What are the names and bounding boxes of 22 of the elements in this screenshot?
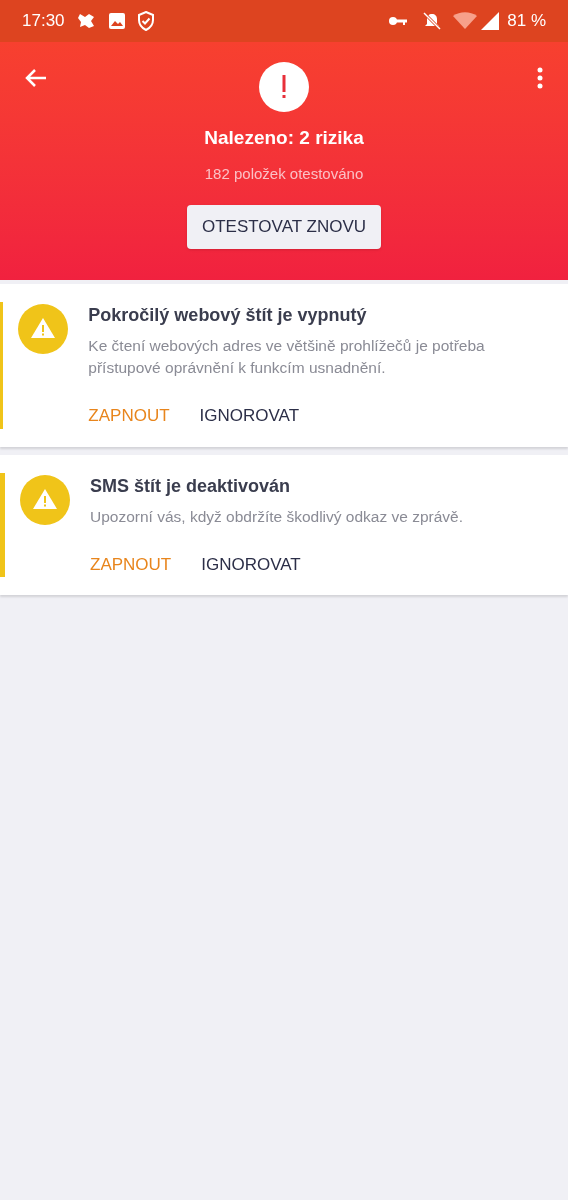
battery-percentage: 81 %	[507, 10, 546, 33]
issue-description: Ke čtení webových adres ve většině prohlížečů je potřeba přístupové oprávnění k funkcím usnadnění.	[88, 336, 486, 378]
bell-off-icon	[423, 12, 442, 30]
clock: 17:30	[22, 10, 65, 33]
back-arrow-icon	[25, 68, 47, 88]
image-icon	[108, 13, 125, 29]
warning-icon	[18, 304, 69, 354]
rescan-button[interactable]: OTESTOVAT ZNOVU	[186, 205, 381, 249]
issue-action-button[interactable]: IGNOROVAT	[201, 551, 301, 577]
issue-title: Pokročilý webový štít je vypnutý	[88, 304, 368, 327]
scan-result-title: Nalezeno: 2 rizika	[204, 126, 364, 150]
warning-icon	[20, 474, 70, 525]
issue-action-button[interactable]: IGNOROVAT	[199, 403, 300, 429]
shield-check-icon	[136, 11, 155, 31]
issue-description: Upozorní vás, když obdržíte škodlivý odkaz ve zprávě.	[90, 506, 464, 527]
key-icon	[389, 16, 408, 26]
scanned-items-count: 182 položek otestováno	[204, 163, 364, 184]
wifi-icon	[453, 12, 478, 30]
cell-signal-icon	[481, 12, 500, 30]
more-vertical-icon	[537, 67, 543, 89]
issue-title: SMS štít je deaktivován	[90, 474, 292, 498]
alert-icon	[259, 62, 309, 112]
